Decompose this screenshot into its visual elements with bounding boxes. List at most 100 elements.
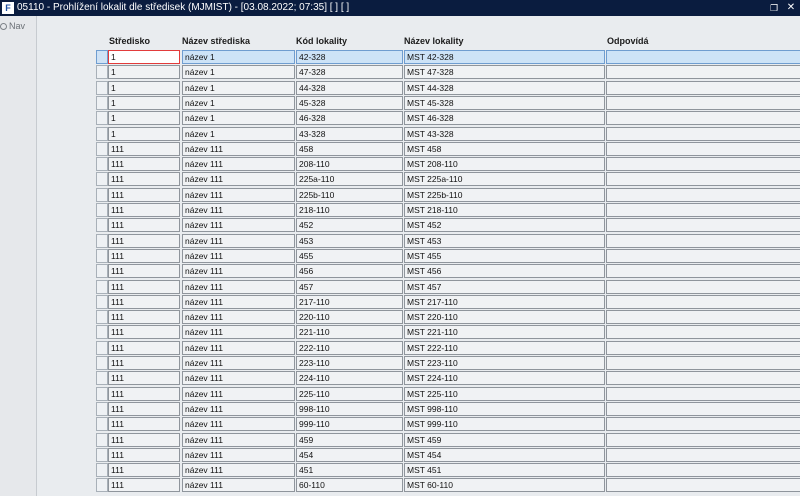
cell-nazev-strediska[interactable]: název 1 (182, 111, 295, 126)
table-row[interactable]: 111 název 111 222-110 MST 222-110 (96, 340, 800, 356)
cell-odpovida[interactable] (606, 401, 800, 416)
cell-nazev-strediska[interactable]: název 111 (182, 264, 295, 279)
row-selector[interactable] (96, 386, 108, 401)
cell-nazev-lokality[interactable]: MST 224-110 (404, 371, 605, 386)
cell-nazev-lokality[interactable]: MST 225b-110 (404, 187, 605, 202)
cell-kod-lokality[interactable]: 222-110 (296, 340, 403, 355)
cell-nazev-strediska[interactable]: název 111 (182, 447, 295, 462)
cell-kod-lokality[interactable]: 208-110 (296, 157, 403, 172)
cell-nazev-lokality[interactable]: MST 60-110 (404, 478, 605, 493)
cell-nazev-strediska[interactable]: název 111 (182, 356, 295, 370)
cell-odpovida[interactable] (606, 172, 800, 187)
cell-stredisko[interactable]: 111 (108, 432, 180, 447)
cell-stredisko[interactable]: 1 (108, 65, 180, 80)
cell-odpovida[interactable] (606, 417, 800, 432)
table-row[interactable]: 111 název 111 208-110 MST 208-110 (96, 157, 800, 172)
cell-nazev-strediska[interactable]: název 111 (182, 401, 295, 416)
cell-odpovida[interactable] (606, 248, 800, 263)
cell-nazev-lokality[interactable]: MST 457 (404, 279, 605, 294)
cell-kod-lokality[interactable]: 451 (296, 463, 403, 478)
cell-stredisko[interactable]: 1 (108, 80, 180, 95)
cell-nazev-lokality[interactable]: MST 222-110 (404, 340, 605, 355)
cell-kod-lokality[interactable]: 455 (296, 248, 403, 263)
cell-nazev-strediska[interactable]: název 111 (182, 157, 295, 172)
cell-odpovida[interactable] (606, 279, 800, 294)
cell-kod-lokality[interactable]: 42-328 (296, 50, 403, 64)
cell-stredisko[interactable]: 111 (108, 447, 180, 462)
table-row[interactable]: 111 název 111 451 MST 451 (96, 463, 800, 478)
cell-nazev-lokality[interactable]: MST 999-110 (404, 417, 605, 432)
column-header-nazev-strediska[interactable]: Název střediska (182, 36, 250, 46)
cell-stredisko[interactable]: 111 (108, 401, 180, 416)
cell-odpovida[interactable] (606, 65, 800, 80)
cell-kod-lokality[interactable]: 224-110 (296, 371, 403, 386)
cell-stredisko[interactable]: 111 (108, 172, 180, 187)
cell-stredisko[interactable]: 1 (108, 95, 180, 110)
cell-kod-lokality[interactable]: 43-328 (296, 126, 403, 141)
cell-odpovida[interactable] (606, 340, 800, 355)
cell-nazev-lokality[interactable]: MST 453 (404, 233, 605, 248)
cell-kod-lokality[interactable]: 220-110 (296, 310, 403, 325)
table-row[interactable]: 111 název 111 220-110 MST 220-110 (96, 310, 800, 325)
cell-stredisko[interactable]: 111 (108, 264, 180, 279)
cell-kod-lokality[interactable]: 998-110 (296, 401, 403, 416)
cell-kod-lokality[interactable]: 458 (296, 141, 403, 156)
cell-nazev-strediska[interactable]: název 111 (182, 463, 295, 478)
cell-odpovida[interactable] (606, 371, 800, 386)
cell-kod-lokality[interactable]: 218-110 (296, 203, 403, 217)
column-header-nazev-lokality[interactable]: Název lokality (404, 36, 464, 46)
cell-nazev-lokality[interactable]: MST 454 (404, 447, 605, 462)
cell-odpovida[interactable] (606, 463, 800, 478)
cell-stredisko[interactable]: 111 (108, 141, 180, 156)
cell-stredisko[interactable]: 111 (108, 279, 180, 294)
cell-odpovida[interactable] (606, 111, 800, 126)
cell-nazev-strediska[interactable]: název 111 (182, 432, 295, 447)
cell-nazev-strediska[interactable]: název 111 (182, 294, 295, 309)
cell-nazev-lokality[interactable]: MST 218-110 (404, 203, 605, 217)
cell-nazev-strediska[interactable]: název 111 (182, 141, 295, 156)
cell-nazev-strediska[interactable]: název 111 (182, 233, 295, 248)
table-row[interactable]: 111 název 111 221-110 MST 221-110 (96, 325, 800, 340)
row-selector[interactable] (96, 141, 108, 156)
row-selector[interactable] (96, 447, 108, 462)
cell-stredisko[interactable]: 1 (108, 111, 180, 126)
row-selector[interactable] (96, 95, 108, 110)
cell-stredisko[interactable]: 1 (108, 126, 180, 141)
cell-nazev-strediska[interactable]: název 111 (182, 218, 295, 233)
table-row[interactable]: 1 název 1 45-328 MST 45-328 (96, 95, 800, 111)
cell-odpovida[interactable] (606, 218, 800, 233)
cell-nazev-lokality[interactable]: MST 46-328 (404, 111, 605, 126)
cell-kod-lokality[interactable]: 459 (296, 432, 403, 447)
cell-stredisko[interactable]: 111 (108, 478, 180, 493)
cell-odpovida[interactable] (606, 432, 800, 447)
cell-kod-lokality[interactable]: 454 (296, 447, 403, 462)
cell-stredisko[interactable]: 111 (108, 340, 180, 355)
table-row[interactable]: 1 název 1 47-328 MST 47-328 (96, 65, 800, 80)
cell-kod-lokality[interactable]: 44-328 (296, 80, 403, 95)
cell-stredisko[interactable]: 111 (108, 294, 180, 309)
row-selector[interactable] (96, 371, 108, 386)
cell-nazev-lokality[interactable]: MST 451 (404, 463, 605, 478)
table-row[interactable]: 1 název 1 43-328 MST 43-328 (96, 126, 800, 142)
cell-kod-lokality[interactable]: 223-110 (296, 356, 403, 370)
cell-odpovida[interactable] (606, 356, 800, 370)
cell-stredisko[interactable]: 111 (108, 325, 180, 340)
cell-nazev-strediska[interactable]: název 111 (182, 386, 295, 401)
cell-kod-lokality[interactable]: 217-110 (296, 294, 403, 309)
cell-nazev-strediska[interactable]: název 111 (182, 248, 295, 263)
cell-odpovida[interactable] (606, 141, 800, 156)
row-selector[interactable] (96, 157, 108, 172)
cell-odpovida[interactable] (606, 80, 800, 95)
cell-odpovida[interactable] (606, 126, 800, 141)
table-row[interactable]: 111 název 111 455 MST 455 (96, 248, 800, 264)
cell-kod-lokality[interactable]: 45-328 (296, 95, 403, 110)
table-row[interactable]: 111 název 111 999-110 MST 999-110 (96, 417, 800, 432)
cell-odpovida[interactable] (606, 386, 800, 401)
table-row[interactable]: 111 název 111 453 MST 453 (96, 233, 800, 249)
row-selector[interactable] (96, 218, 108, 233)
cell-kod-lokality[interactable]: 225b-110 (296, 187, 403, 202)
row-selector[interactable] (96, 80, 108, 95)
cell-kod-lokality[interactable]: 456 (296, 264, 403, 279)
cell-kod-lokality[interactable]: 225a-110 (296, 172, 403, 187)
cell-nazev-lokality[interactable]: MST 455 (404, 248, 605, 263)
